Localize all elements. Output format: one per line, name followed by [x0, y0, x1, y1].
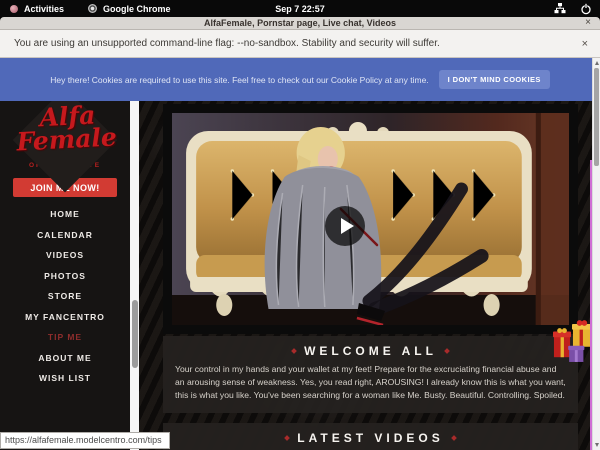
- site-logo[interactable]: Alfa Female: [0, 102, 131, 155]
- sidebar-item-tip-me[interactable]: TIP ME: [0, 327, 130, 348]
- sidebar-item-about-me[interactable]: ABOUT ME: [0, 348, 130, 369]
- network-icon[interactable]: [554, 3, 566, 14]
- sidebar-item-calendar[interactable]: CALENDAR: [0, 225, 130, 246]
- browser-scrollbar-thumb[interactable]: [594, 68, 599, 166]
- play-button[interactable]: [325, 206, 365, 246]
- power-icon[interactable]: [580, 3, 592, 15]
- cookie-accept-button[interactable]: I DON'T MIND COOKIES: [439, 70, 550, 89]
- sidebar-item-home[interactable]: HOME: [0, 204, 130, 225]
- cookie-banner: Hey there! Cookies are required to use t…: [0, 58, 600, 101]
- play-icon: [341, 218, 354, 234]
- system-clock[interactable]: Sep 7 22:57: [0, 4, 600, 14]
- site-body: Alfa Female OFFICIAL SITE JOIN ME NOW! H…: [0, 101, 592, 450]
- flag-warning-text: You are using an unsupported command-lin…: [14, 38, 440, 49]
- sidebar-item-store[interactable]: STORE: [0, 286, 130, 307]
- sidebar-item-my-fancentro[interactable]: MY FANCENTRO: [0, 307, 130, 328]
- welcome-body-text: Your control in my hands and your wallet…: [175, 363, 566, 402]
- sidebar: Alfa Female OFFICIAL SITE JOIN ME NOW! H…: [0, 101, 130, 450]
- latest-videos-heading: LATEST VIDEOS: [163, 431, 578, 445]
- window-title: AlfaFemale, Pornstar page, Live chat, Vi…: [204, 18, 396, 28]
- diamond-icon: [451, 435, 457, 441]
- flag-warning-bar: You are using an unsupported command-lin…: [0, 30, 600, 58]
- welcome-title-text: WELCOME ALL: [304, 344, 437, 358]
- logo-line2: Female: [2, 125, 131, 155]
- diamond-icon: [291, 348, 297, 354]
- sidebar-item-wish-list[interactable]: WISH LIST: [0, 368, 130, 389]
- sidebar-item-photos[interactable]: PHOTOS: [0, 266, 130, 287]
- screen: Activities Google Chrome Sep 7 22:57 Alf…: [0, 0, 600, 450]
- sidebar-menu: HOME CALENDAR VIDEOS PHOTOS STORE MY FAN…: [0, 204, 130, 389]
- inner-scrollbar[interactable]: [130, 101, 139, 450]
- gift-boxes-icon: [553, 319, 591, 365]
- browser-scrollbar[interactable]: [592, 58, 600, 450]
- latest-videos-panel: LATEST VIDEOS: [163, 423, 578, 450]
- window-title-bar: AlfaFemale, Pornstar page, Live chat, Vi…: [0, 17, 600, 30]
- main-content: WELCOME ALL Your control in my hands and…: [139, 101, 592, 450]
- browser-viewport: Hey there! Cookies are required to use t…: [0, 58, 600, 450]
- latest-videos-title-text: LATEST VIDEOS: [297, 431, 443, 445]
- scroll-up-arrow[interactable]: [595, 61, 599, 65]
- diamond-icon: [284, 435, 290, 441]
- cookie-message: Hey there! Cookies are required to use t…: [50, 75, 428, 85]
- sidebar-item-videos[interactable]: VIDEOS: [0, 245, 130, 266]
- welcome-panel: WELCOME ALL Your control in my hands and…: [163, 336, 578, 413]
- status-url-tooltip: https://alfafemale.modelcentro.com/tips: [0, 432, 170, 449]
- welcome-heading: WELCOME ALL: [163, 344, 578, 358]
- video-thumbnail: [172, 113, 569, 325]
- system-top-bar: Activities Google Chrome Sep 7 22:57: [0, 0, 600, 17]
- video-player[interactable]: [163, 104, 578, 334]
- diamond-icon: [444, 348, 450, 354]
- scroll-down-arrow[interactable]: [595, 443, 599, 447]
- gifts-widget[interactable]: [553, 319, 591, 370]
- inner-scrollbar-thumb[interactable]: [132, 300, 138, 368]
- window-close-icon[interactable]: ×: [585, 17, 591, 28]
- flag-warning-close-icon[interactable]: ×: [582, 38, 588, 50]
